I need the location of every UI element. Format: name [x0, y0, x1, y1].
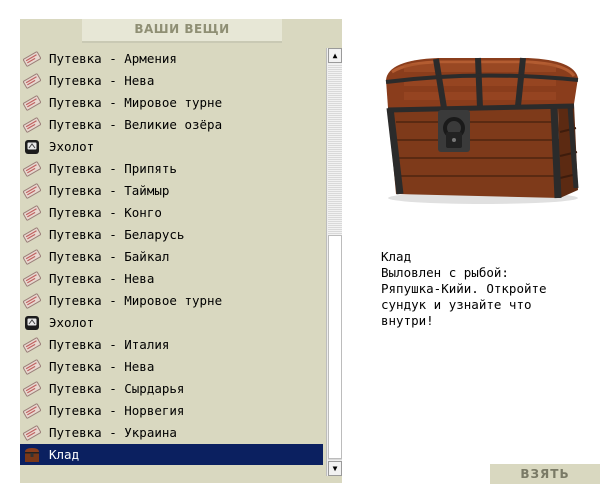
scroll-down-button[interactable]: ▼: [328, 461, 342, 476]
arrow-up-icon: ▲: [332, 50, 338, 60]
voucher-icon: [22, 248, 42, 266]
list-item-label: Путевка - Великие озёра: [49, 117, 223, 132]
list-item[interactable]: Путевка - Великие озёра: [20, 114, 323, 135]
voucher-icon: [22, 94, 42, 112]
voucher-icon: [22, 116, 42, 134]
list-item-label: Путевка - Байкал: [49, 249, 170, 264]
list-item-label: Путевка - Сырдарья: [49, 381, 185, 396]
list-item-label: Путевка - Нева: [49, 73, 155, 88]
list-item-label: Путевка - Украина: [49, 425, 177, 440]
list-item[interactable]: Путевка - Норвегия: [20, 400, 323, 421]
voucher-icon: [22, 226, 42, 244]
voucher-icon: [22, 50, 42, 68]
list-item-label: Путевка - Конго: [49, 205, 162, 220]
item-description-line: внутри!: [381, 313, 434, 328]
list-item[interactable]: Путевка - Байкал: [20, 246, 323, 267]
list-item-label: Путевка - Армения: [49, 51, 177, 66]
voucher-icon: [22, 72, 42, 90]
voucher-icon: [22, 336, 42, 354]
list-item-label: Путевка - Норвегия: [49, 403, 185, 418]
inventory-list[interactable]: Путевка - Армения Путевка - Нева Путевка -…: [20, 48, 325, 468]
list-scrollbar[interactable]: ▲ ▼: [326, 48, 342, 476]
list-item[interactable]: Эхолот: [20, 312, 323, 333]
list-item-label: Путевка - Нева: [49, 359, 155, 374]
list-item-label: Путевка - Припять: [49, 161, 177, 176]
list-item[interactable]: Путевка - Армения: [20, 48, 323, 69]
list-item[interactable]: Путевка - Беларусь: [20, 224, 323, 245]
list-item[interactable]: Путевка - Припять: [20, 158, 323, 179]
panel-title: ВАШИ ВЕЩИ: [82, 19, 282, 41]
treasure-chest-image: [385, 57, 579, 204]
list-item-label: Путевка - Мировое турне: [49, 293, 223, 308]
list-item-label: Путевка - Мировое турне: [49, 95, 223, 110]
echo-sounder-icon: [23, 314, 41, 332]
list-item[interactable]: Путевка - Украина: [20, 422, 323, 443]
voucher-icon: [22, 160, 42, 178]
list-item-label: Путевка - Беларусь: [49, 227, 185, 242]
voucher-icon: [22, 402, 42, 420]
scroll-up-button[interactable]: ▲: [328, 48, 342, 63]
item-description-line: сундук и узнайте что: [381, 297, 532, 312]
echo-sounder-icon: [23, 138, 41, 156]
list-item[interactable]: Эхолот: [20, 136, 323, 157]
arrow-down-icon: ▼: [332, 463, 338, 473]
list-item-label: Клад: [49, 447, 80, 462]
voucher-icon: [22, 358, 42, 376]
take-button[interactable]: ВЗЯТЬ: [490, 464, 600, 484]
list-item-label: Путевка - Таймыр: [49, 183, 170, 198]
item-description: Клад Выловлен с рыбой: Ряпушка-Кийи. Откро…: [381, 249, 596, 329]
list-item-selected[interactable]: Клад: [20, 444, 323, 465]
list-item[interactable]: Путевка - Конго: [20, 202, 323, 223]
voucher-icon: [22, 424, 42, 442]
voucher-icon: [22, 204, 42, 222]
list-item[interactable]: Путевка - Таймыр: [20, 180, 323, 201]
voucher-icon: [22, 270, 42, 288]
list-item-label: Эхолот: [49, 139, 95, 154]
voucher-icon: [22, 380, 42, 398]
list-item-label: Путевка - Нева: [49, 271, 155, 286]
list-item[interactable]: Путевка - Мировое турне: [20, 290, 323, 311]
item-name: Клад: [381, 249, 412, 264]
list-item-label: Эхолот: [49, 315, 95, 330]
item-description-line: Выловлен с рыбой:: [381, 265, 509, 280]
list-item[interactable]: Путевка - Мировое турне: [20, 92, 323, 113]
voucher-icon: [22, 292, 42, 310]
chest-icon: [23, 446, 41, 464]
list-item[interactable]: Путевка - Нева: [20, 70, 323, 91]
list-item[interactable]: Путевка - Италия: [20, 334, 323, 355]
list-item[interactable]: Путевка - Сырдарья: [20, 378, 323, 399]
list-item[interactable]: Путевка - Нева: [20, 268, 323, 289]
item-description-line: Ряпушка-Кийи. Откройте: [381, 281, 547, 296]
list-item-label: Путевка - Италия: [49, 337, 170, 352]
list-item[interactable]: Путевка - Нева: [20, 356, 323, 377]
scroll-thumb[interactable]: [328, 235, 342, 459]
voucher-icon: [22, 182, 42, 200]
